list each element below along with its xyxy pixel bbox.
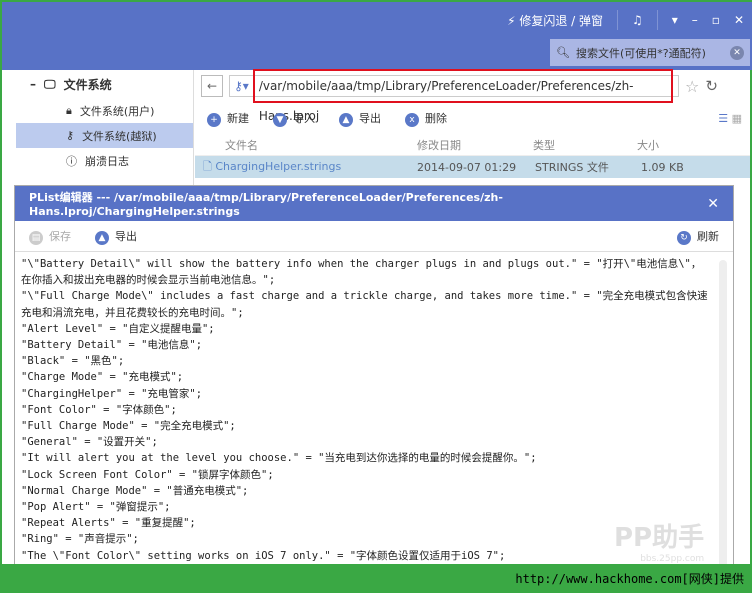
table-row[interactable]: 🗋 ChargingHelper.strings 2014-09-07 01:2… [195,156,750,178]
code-line: "Lock Screen Font Color" = "锁屏字体颜色"; [21,468,274,481]
code-line: "Charge Mode" = "充电模式"; [21,371,184,384]
code-line: "Font Color" = "字体颜色"; [21,403,177,416]
app-header: ⚡ 修复闪退 / 弹窗 ♫ ▾ – ▫ ✕ 🔍︎ 搜索文件(可使用*?通配符) … [2,2,752,70]
file-name[interactable]: 🗋 ChargingHelper.strings [195,158,417,177]
key-icon: ⚷ [66,129,75,142]
monitor-icon: 🖵 [44,76,56,91]
address-bar[interactable]: ⚷▾ /var/mobile/aaa/tmp/Library/Preferenc… [229,69,679,123]
import-button[interactable]: ▼ 导入 [273,110,315,127]
new-label: 新建 [227,111,249,125]
repair-label: 修复闪退 / 弹窗 [519,13,603,28]
alert-icon: ⓘ [66,154,77,168]
file-date: 2014-09-07 01:29 [417,160,517,174]
dialog-close-icon[interactable]: ✕ [707,196,719,212]
code-line: "Pop Alert" = "弹窗提示"; [21,501,171,514]
file-name-text: ChargingHelper.strings [215,159,342,173]
code-line: "ChargingHelper" = "充电管家"; [21,387,203,400]
code-line: "Normal Charge Mode" = "普通充电模式"; [21,484,249,497]
delete-label: 删除 [425,111,447,125]
strings-editor[interactable]: "\"Battery Detail\" will show the batter… [15,252,715,584]
address-path[interactable]: /var/mobile/aaa/tmp/Library/PreferenceLo… [252,69,673,123]
close-icon[interactable]: ✕ [734,13,744,27]
code-line: "\"Battery Detail\" will show the batter… [21,258,702,287]
sidebar-item-label: 文件系统(越狱) [82,129,157,143]
search-placeholder: 搜索文件(可使用*?通配符) [575,46,706,60]
back-button[interactable]: ← [201,75,223,97]
code-line: "Black" = "黑色"; [21,355,125,368]
menu-icon[interactable]: ▾ [672,13,678,27]
footer-credit-text: http://www.hackhome.com[网侠]提供 [515,572,744,586]
watermark-site: bbs.25pp.com [640,554,705,564]
code-line: "General" = "设置开关"; [21,436,158,449]
file-browser: ← ⚷▾ /var/mobile/aaa/tmp/Library/Prefere… [195,69,750,190]
footer-credit: http://www.hackhome.com[网侠]提供 [2,564,752,591]
collapse-icon[interactable]: – [30,77,36,91]
sidebar-item-crash-log[interactable]: ⓘ 崩溃日志 [16,148,193,173]
search-icon: 🔍︎ [556,46,570,59]
refresh-icon[interactable]: ↻ [705,77,718,95]
code-line: "Alert Level" = "自定义提醒电量"; [21,322,215,335]
file-size: 1.09 KB [641,160,684,174]
new-button[interactable]: + 新建 [207,110,249,127]
delete-icon: x [405,112,419,127]
export-button[interactable]: ▲ 导出 [339,110,381,127]
code-line: "It will alert you at the level you choo… [21,452,537,465]
export-icon: ▲ [339,112,353,127]
col-type[interactable]: 类型 [511,137,617,153]
maximize-icon[interactable]: ▫ [712,13,720,27]
sidebar-item-user-fs[interactable]: 🔒︎ 文件系统(用户) [16,98,193,123]
file-type: STRINGS 文件 [535,161,609,174]
refresh-button[interactable]: ↻ 刷新 [677,228,719,245]
sidebar-item-jailbreak-fs[interactable]: ⚷ 文件系统(越狱) [16,123,193,148]
sidebar-item-label: 文件系统(用户) [79,104,155,118]
code-line: "Ring" = "声音提示"; [21,533,139,546]
minimize-icon[interactable]: – [692,13,698,27]
grid-view-icon[interactable]: ▦ [732,112,742,125]
save-label: 保存 [49,229,71,243]
save-icon: ▤ [29,230,43,245]
search-input[interactable]: 🔍︎ 搜索文件(可使用*?通配符) ✕ [550,39,750,66]
divider [617,10,618,30]
scrollbar[interactable] [719,260,727,580]
key-icon: ⚷▾ [234,79,249,93]
import-label: 导入 [293,111,315,125]
sidebar-item-label: 崩溃日志 [85,154,129,168]
import-icon: ▼ [273,112,287,127]
code-line: "Full Charge Mode" = "完全充电模式"; [21,420,236,433]
lock-icon: 🔒︎ [66,103,72,117]
export-label: 导出 [115,229,137,243]
table-header: 文件名 修改日期 类型 大小 [195,134,750,156]
delete-button[interactable]: x 删除 [405,110,447,127]
new-icon: + [207,112,221,127]
repair-button[interactable]: ⚡ 修复闪退 / 弹窗 [507,12,603,29]
col-date[interactable]: 修改日期 [395,137,511,153]
code-line: "Battery Detail" = "电池信息"; [21,339,203,352]
sidebar: – 🖵 文件系统 🔒︎ 文件系统(用户) ⚷ 文件系统(越狱) ⓘ 崩溃日志 [16,70,194,190]
music-icon[interactable]: ♫ [632,13,643,27]
divider [656,10,658,30]
save-button[interactable]: ▤ 保存 [29,228,71,245]
clear-icon[interactable]: ✕ [730,45,744,60]
sidebar-title: 文件系统 [63,77,112,92]
export-label: 导出 [359,111,381,125]
dialog-export-button[interactable]: ▲ 导出 [95,228,137,245]
col-size[interactable]: 大小 [617,137,659,153]
dialog-title: PList编辑器 --- /var/mobile/aaa/tmp/Library… [29,191,503,218]
code-line: "\"Full Charge Mode\" includes a fast ch… [21,290,708,319]
watermark-brand: PP助手 [614,523,705,553]
refresh-label: 刷新 [697,229,719,243]
export-icon: ▲ [95,230,109,245]
watermark: PP助手 bbs.25pp.com [614,517,704,564]
code-line: "Repeat Alerts" = "重复提醒"; [21,517,196,530]
refresh-icon: ↻ [677,230,691,245]
code-line: "The \"Font Color\" setting works on iOS… [21,549,506,562]
favorite-star-icon[interactable]: ☆ [685,77,699,96]
col-name[interactable]: 文件名 [195,137,395,153]
sidebar-section-filesystem[interactable]: – 🖵 文件系统 [16,70,193,98]
list-view-icon[interactable]: ☰ ▦ [718,112,742,125]
